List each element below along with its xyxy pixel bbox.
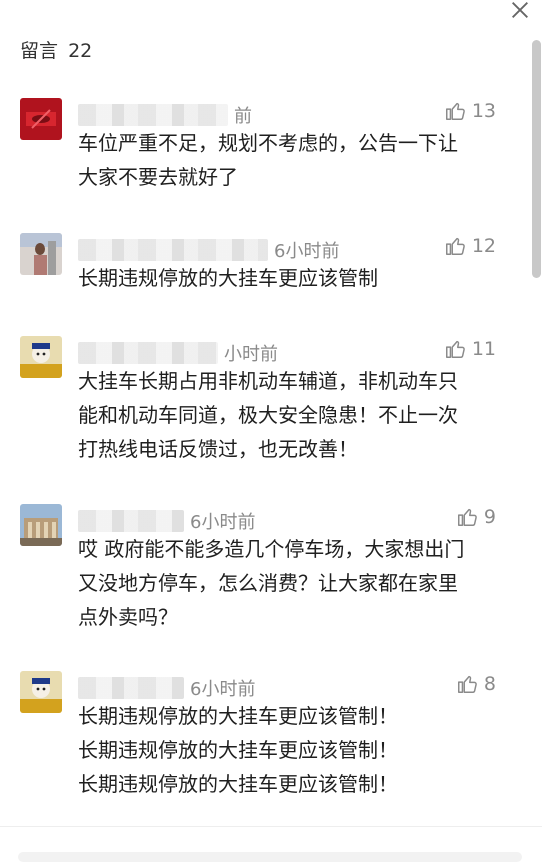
like-button[interactable]: 13	[444, 100, 496, 122]
comment-meta: 小时前	[78, 340, 278, 366]
comment-time: 6小时前	[190, 679, 256, 700]
comment-input-bar[interactable]	[18, 852, 522, 862]
avatar[interactable]	[20, 98, 62, 140]
blurred-username	[78, 342, 218, 364]
comment-text: 车位严重不足，规划不考虑的，公告一下让 大家不要去就好了	[78, 131, 458, 189]
comment-meta: 前	[78, 102, 252, 128]
comments-header: 留言 22	[20, 36, 92, 63]
comment-meta: 6小时前	[78, 675, 255, 701]
like-count: 13	[471, 100, 496, 122]
comment-meta: 6小时前	[78, 237, 339, 263]
comments-count: 22	[68, 40, 93, 62]
close-button[interactable]	[506, 0, 534, 24]
comment-text: 长期违规停放的大挂车更应该管制	[78, 266, 378, 290]
like-button[interactable]: 11	[444, 338, 496, 360]
avatar[interactable]	[20, 671, 62, 713]
comment-time: 6小时前	[190, 512, 256, 533]
avatar[interactable]	[20, 504, 62, 546]
comment-time: 前	[234, 106, 252, 127]
like-count: 9	[483, 506, 496, 528]
thumbs-up-icon	[445, 340, 465, 358]
blurred-username	[78, 104, 228, 126]
like-button[interactable]: 12	[444, 235, 496, 257]
thumbs-up-icon	[457, 508, 477, 526]
comment-time: 小时前	[224, 344, 278, 365]
like-count: 11	[471, 338, 496, 360]
blurred-username	[78, 510, 184, 532]
like-button[interactable]: 9	[456, 506, 496, 528]
comment-text: 哎 政府能不能多造几个停车场，大家想出门 又没地方停车，怎么消费？让大家都在家里…	[78, 537, 465, 629]
divider	[0, 826, 542, 827]
close-icon	[512, 2, 528, 18]
thumbs-up-icon	[457, 675, 477, 693]
comment-meta: 6小时前	[78, 508, 255, 534]
comment-text: 长期违规停放的大挂车更应该管制！ 长期违规停放的大挂车更应该管制！ 长期违规停放…	[78, 704, 398, 796]
comment-time: 6小时前	[274, 241, 340, 262]
comment-text: 大挂车长期占用非机动车辅道，非机动车只 能和机动车同道，极大安全隐患！不止一次 …	[78, 369, 458, 461]
thumbs-up-icon	[445, 237, 465, 255]
like-button[interactable]: 8	[456, 673, 496, 695]
like-count: 8	[483, 673, 496, 695]
avatar[interactable]	[20, 233, 62, 275]
blurred-username	[78, 677, 184, 699]
avatar[interactable]	[20, 336, 62, 378]
comments-title: 留言	[20, 40, 59, 62]
thumbs-up-icon	[445, 102, 465, 120]
scrollbar-thumb[interactable]	[532, 40, 541, 278]
blurred-username	[78, 239, 268, 261]
like-count: 12	[471, 235, 496, 257]
